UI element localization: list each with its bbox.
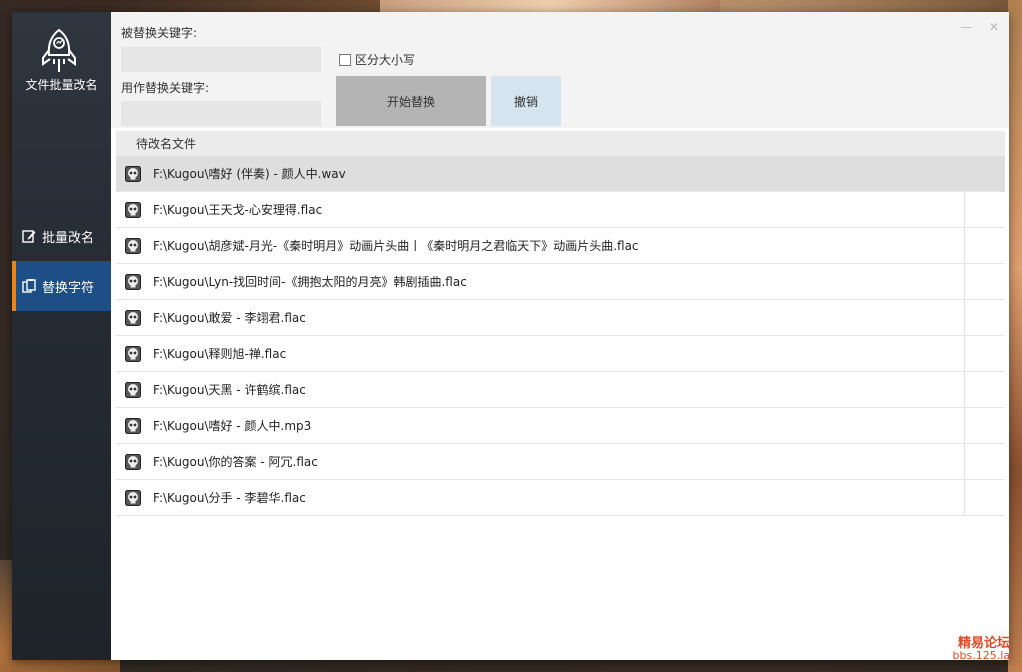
- skull-file-icon: [125, 381, 141, 398]
- skull-file-icon: [125, 417, 141, 434]
- table-row[interactable]: F:\Kugou\敢爱 - 李翊君.flac: [116, 300, 1005, 336]
- table-row[interactable]: F:\Kugou\天黑 - 许鹤缤.flac: [116, 372, 1005, 408]
- replace-form: 被替换关键字: 用作替换关键字: 区分大小写 开始替换 撤销: [111, 12, 1009, 128]
- nav-item-batch-rename[interactable]: 批量改名: [12, 211, 111, 261]
- rocket-logo-icon: [42, 28, 76, 72]
- watermark: 精易论坛 bbs.125.la: [946, 632, 1010, 662]
- clipboard-icon: [22, 279, 36, 293]
- find-input[interactable]: [121, 47, 321, 72]
- skull-file-icon: [125, 309, 141, 326]
- file-list-header: 待改名文件: [116, 131, 1005, 156]
- minimize-icon[interactable]: —: [960, 20, 972, 34]
- file-path: F:\Kugou\胡彦斌-月光-《秦时明月》动画片头曲丨《秦时明月之君临天下》动…: [153, 239, 639, 253]
- file-path: F:\Kugou\分手 - 李碧华.flac: [153, 491, 306, 505]
- undo-button[interactable]: 撤销: [491, 76, 561, 126]
- close-icon[interactable]: ✕: [989, 20, 999, 34]
- table-row[interactable]: F:\Kugou\分手 - 李碧华.flac: [116, 480, 1005, 516]
- case-sensitive-checkbox[interactable]: [339, 53, 351, 66]
- skull-file-icon: [125, 201, 141, 218]
- replace-input[interactable]: [121, 101, 321, 126]
- table-row[interactable]: F:\Kugou\胡彦斌-月光-《秦时明月》动画片头曲丨《秦时明月之君临天下》动…: [116, 228, 1005, 264]
- file-path: F:\Kugou\Lyn-找回时间-《拥抱太阳的月亮》韩剧插曲.flac: [153, 275, 467, 289]
- find-label: 被替换关键字:: [121, 26, 198, 40]
- case-sensitive-label: 区分大小写: [355, 53, 416, 67]
- start-replace-button[interactable]: 开始替换: [336, 76, 486, 126]
- table-row[interactable]: F:\Kugou\王天戈-心安理得.flac: [116, 192, 1005, 228]
- skull-file-icon: [125, 345, 141, 362]
- app-window: 文件批量改名 批量改名 替换字符 被替换关键字: 用作替换关键字: 区分大小写 …: [12, 12, 1009, 660]
- file-path: F:\Kugou\你的答案 - 阿冗.flac: [153, 455, 318, 469]
- skull-file-icon: [125, 165, 141, 182]
- edit-icon: [22, 230, 36, 243]
- skull-file-icon: [125, 237, 141, 254]
- case-sensitive-option[interactable]: 区分大小写: [339, 51, 415, 68]
- table-row[interactable]: F:\Kugou\嗜好 - 颜人中.mp3: [116, 408, 1005, 444]
- replace-label: 用作替换关键字:: [121, 81, 210, 95]
- sidebar: 文件批量改名 批量改名 替换字符: [12, 12, 111, 660]
- table-row[interactable]: F:\Kugou\Lyn-找回时间-《拥抱太阳的月亮》韩剧插曲.flac: [116, 264, 1005, 300]
- table-row[interactable]: F:\Kugou\嗜好 (伴奏) - 颜人中.wav: [116, 156, 1005, 192]
- file-path: F:\Kugou\嗜好 - 颜人中.mp3: [153, 419, 312, 433]
- file-path: F:\Kugou\天黑 - 许鹤缤.flac: [153, 383, 306, 397]
- nav-item-label: 批量改名: [42, 230, 95, 246]
- file-path: F:\Kugou\敢爱 - 李翊君.flac: [153, 311, 306, 325]
- app-name: 文件批量改名: [25, 78, 98, 92]
- background: [380, 0, 720, 12]
- table-row[interactable]: F:\Kugou\释则旭-禅.flac: [116, 336, 1005, 372]
- watermark-url: bbs.125.la: [952, 649, 1010, 662]
- background: [1008, 0, 1022, 672]
- table-row[interactable]: F:\Kugou\你的答案 - 阿冗.flac: [116, 444, 1005, 480]
- nav-item-label: 替换字符: [42, 280, 95, 296]
- file-path: F:\Kugou\嗜好 (伴奏) - 颜人中.wav: [153, 167, 346, 181]
- file-path: F:\Kugou\释则旭-禅.flac: [153, 347, 287, 361]
- nav-item-replace-chars[interactable]: 替换字符: [12, 261, 111, 311]
- file-list: 待改名文件 F:\Kugou\嗜好 (伴奏) - 颜人中.wav F:\Kugou…: [116, 131, 1005, 516]
- skull-file-icon: [125, 453, 141, 470]
- main-panel: 被替换关键字: 用作替换关键字: 区分大小写 开始替换 撤销 — ✕ 待改名文件…: [111, 12, 1009, 660]
- skull-file-icon: [125, 273, 141, 290]
- file-path: F:\Kugou\王天戈-心安理得.flac: [153, 203, 323, 217]
- skull-file-icon: [125, 489, 141, 506]
